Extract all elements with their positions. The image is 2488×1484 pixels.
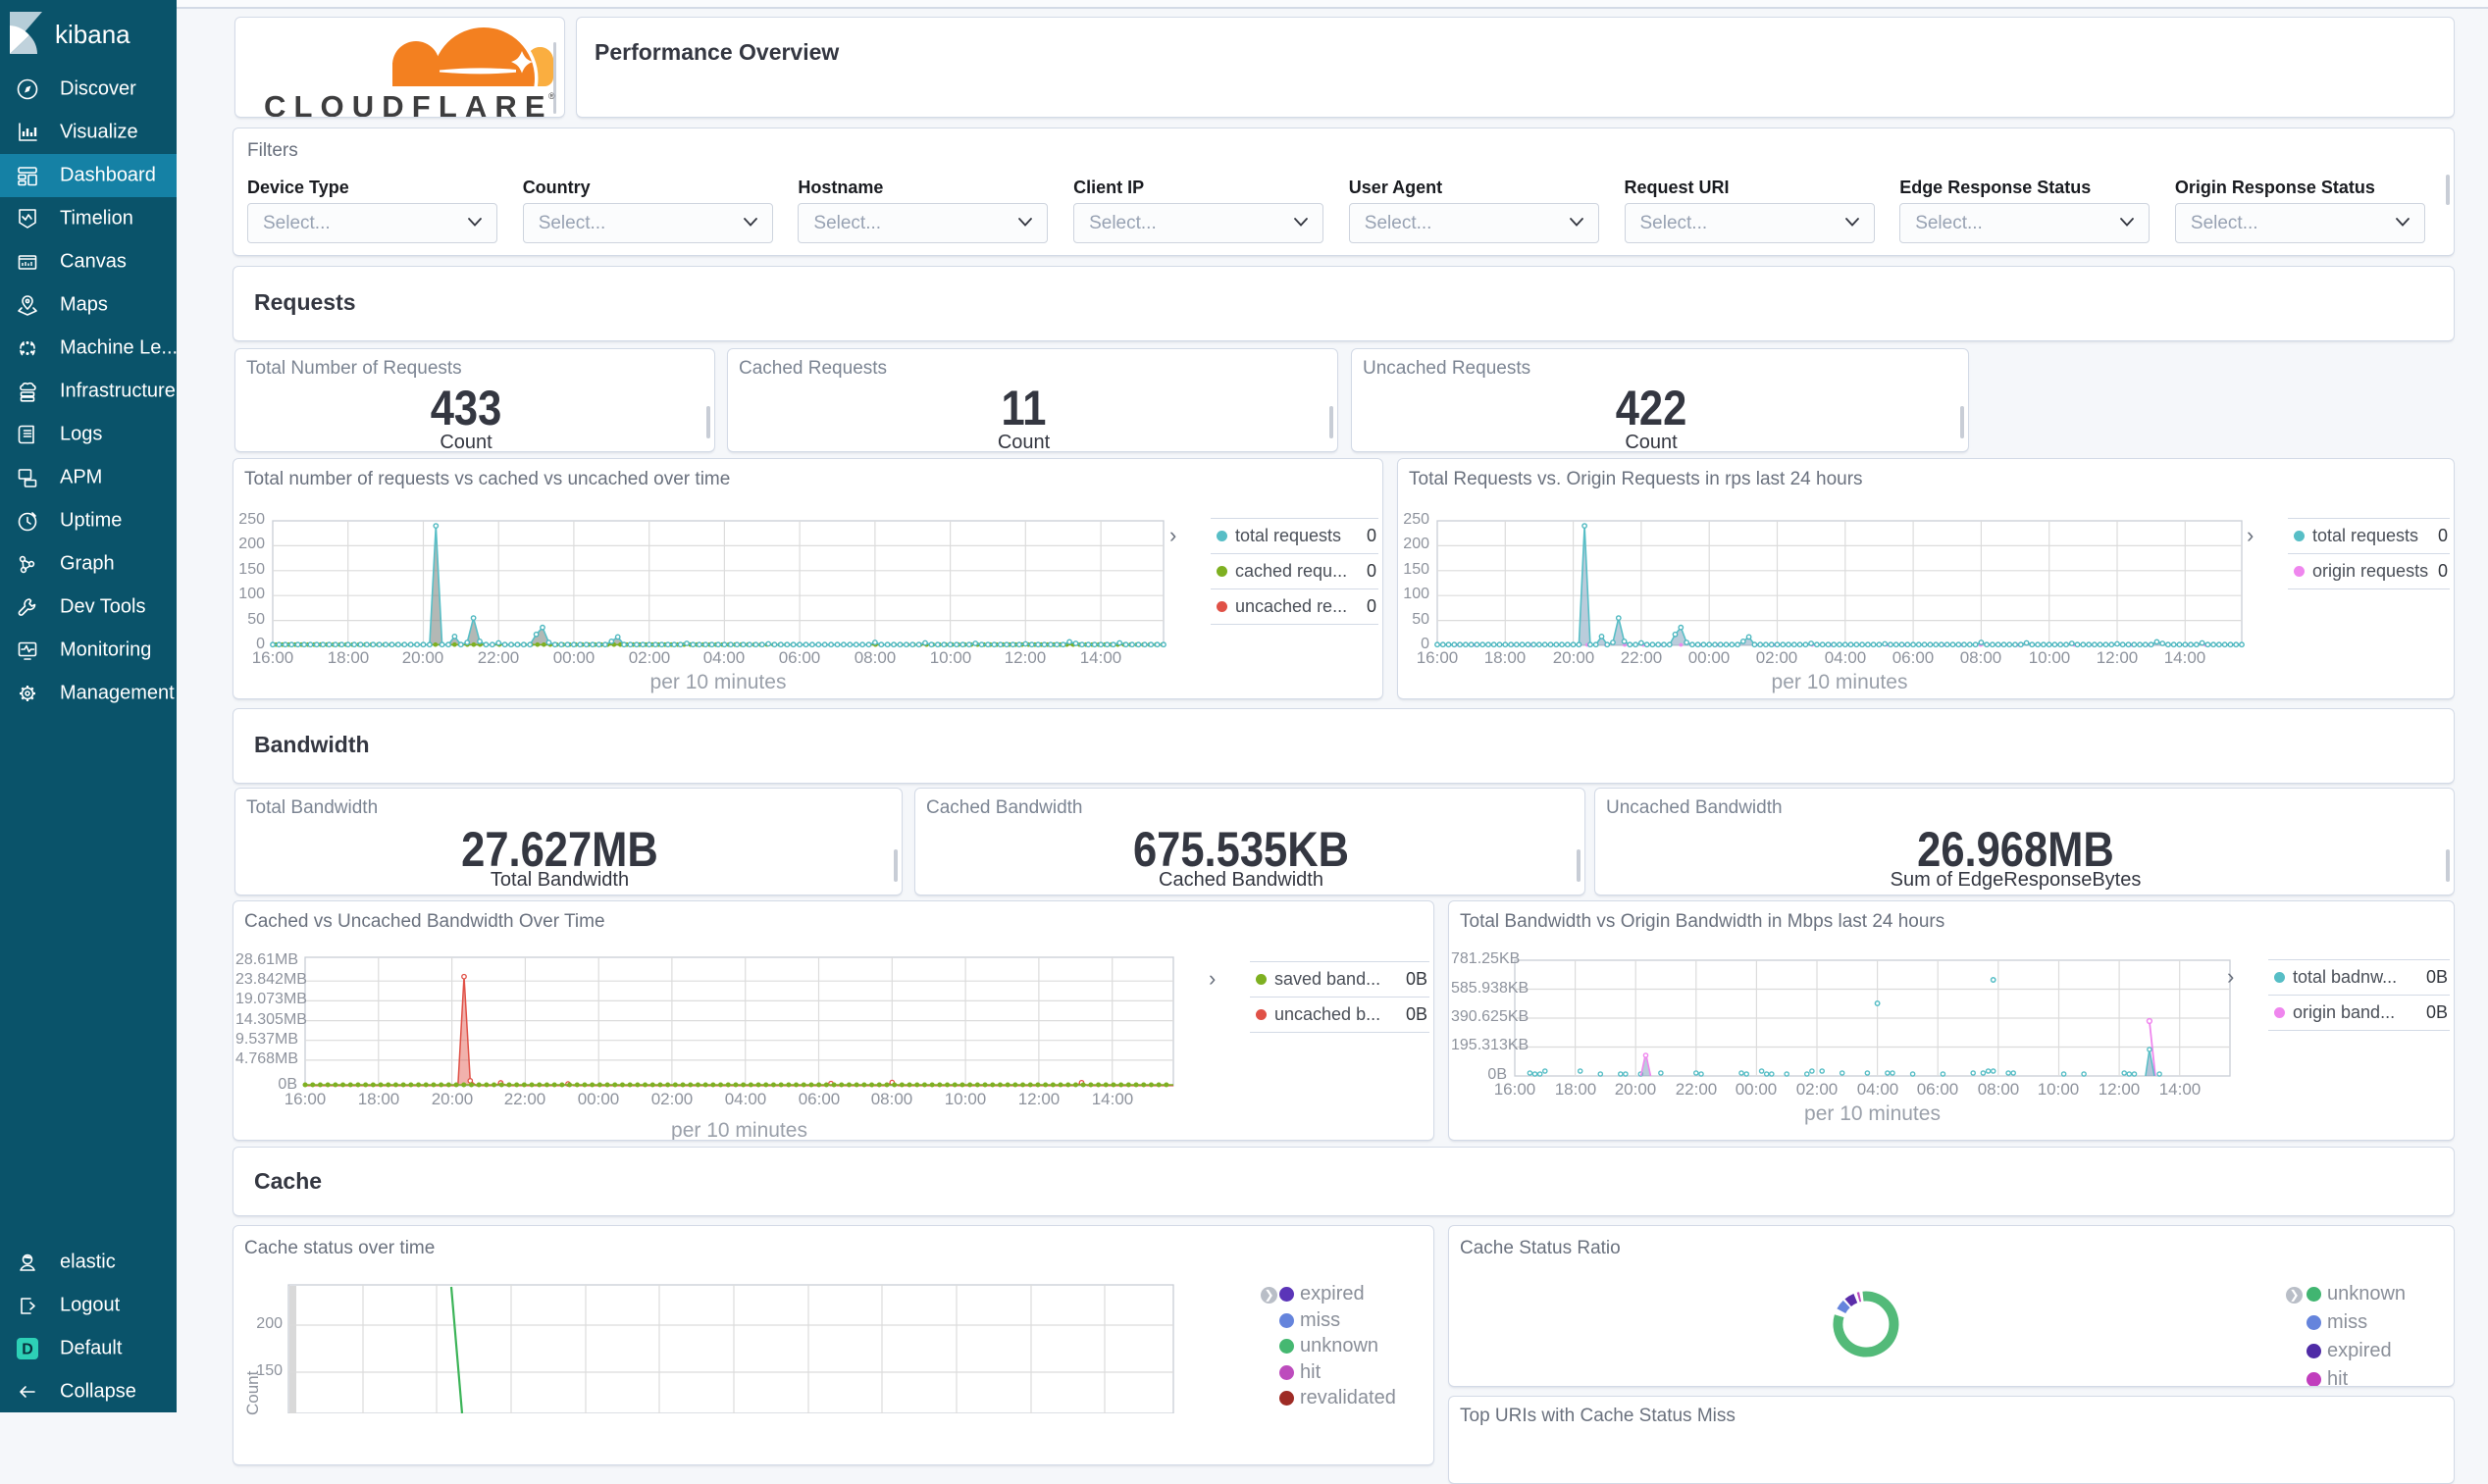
svg-text:CLOUDFLARE: CLOUDFLARE bbox=[264, 89, 548, 117]
svg-text:D: D bbox=[22, 1342, 33, 1358]
